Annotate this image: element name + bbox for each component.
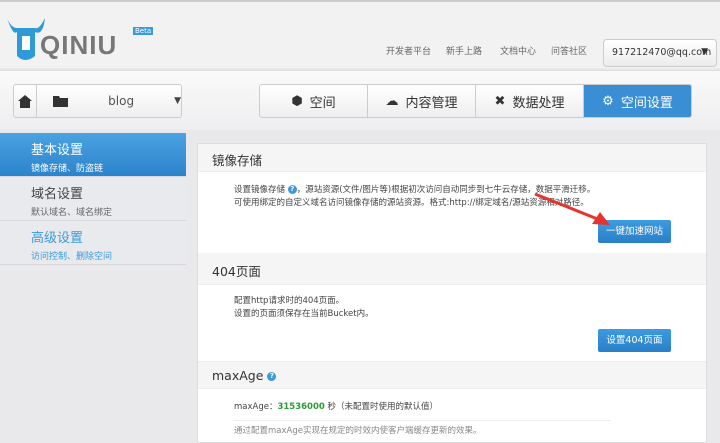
- help-icon[interactable]: ?: [287, 185, 297, 194]
- home-button[interactable]: [14, 85, 38, 117]
- maxage-unit: 秒（未配置时使用的默认值）: [327, 402, 439, 412]
- sidebar-item-sub: 访问控制、删除空间: [31, 252, 113, 262]
- beta-badge: Beta: [133, 27, 154, 35]
- top-header: QINIU Beta 开发者平台 新手上路 文档中心 问答社区 91721247…: [0, 0, 720, 68]
- section-title-mirror: 镜像存储: [198, 144, 706, 172]
- maxage-value: 31536000: [277, 402, 325, 412]
- nav-bar: blog ▼ ⬢ 空间 ☁ 内容管理 ✖ 数据处理 ⚙ 空间设置: [0, 70, 720, 130]
- cloud-upload-icon: ☁: [385, 93, 399, 109]
- tab-label: 数据处理: [512, 95, 565, 111]
- tab-label: 空间: [309, 95, 336, 111]
- account-email: 917212470@qq.com: [612, 47, 712, 58]
- bucket-name: blog: [108, 94, 135, 108]
- section-404: 配置http请求时的404页面。 设置的页面须保存在当前Bucket内。 设置4…: [198, 285, 706, 361]
- logo-bull-icon: [7, 18, 45, 60]
- caret-down-icon: ▼: [701, 47, 708, 57]
- section-maxage: maxAge：31536000 秒（未配置时使用的默认值） 通过配置maxAge…: [198, 389, 706, 438]
- sidebar-item-title: 域名设置: [31, 187, 84, 202]
- tab-label: 内容管理: [405, 95, 458, 111]
- tab-label: 空间设置: [620, 95, 673, 111]
- link-qa[interactable]: 问答社区: [551, 44, 587, 57]
- tab-space-settings[interactable]: ⚙ 空间设置: [584, 85, 691, 117]
- tab-content[interactable]: ☁ 内容管理: [368, 85, 476, 117]
- set-404-button[interactable]: 设置404页面: [598, 329, 671, 352]
- link-getting-started[interactable]: 新手上路: [446, 44, 482, 57]
- mirror-desc: 设置镜像存储: [234, 185, 286, 195]
- section-mirror: 设置镜像存储 ? ，源站资源(文件/图片等)根据初次访问自动同步到七牛云存储，数据…: [198, 172, 706, 253]
- tab-data-processing[interactable]: ✖ 数据处理: [476, 85, 584, 117]
- bucket-selector[interactable]: blog ▼: [13, 84, 182, 118]
- sidebar-item-sub: 镜像存储、防盗链: [31, 164, 104, 174]
- sidebar-item-basic[interactable]: 基本设置镜像存储、防盗链: [0, 133, 186, 177]
- home-icon: [18, 94, 33, 108]
- sidebar-item-domain[interactable]: 域名设置默认域名、域名绑定: [0, 177, 186, 221]
- maxage-note: 通过配置maxAge实现在规定的时效内使客户端缓存更新的效果。: [234, 426, 482, 436]
- folder-icon: [53, 96, 69, 107]
- maxage-title: maxAge: [212, 368, 264, 383]
- tab-space[interactable]: ⬢ 空间: [260, 85, 368, 117]
- tools-icon: ✖: [494, 93, 506, 109]
- sidebar-item-title: 高级设置: [31, 231, 84, 246]
- logo-text: QINIU: [40, 30, 118, 60]
- sidebar: 基本设置镜像存储、防盗链 域名设置默认域名、域名绑定 高级设置访问控制、删除空间: [0, 133, 186, 265]
- sidebar-item-title: 基本设置: [31, 143, 84, 158]
- page404-desc: 配置http请求时的404页面。: [234, 296, 345, 306]
- section-title-maxage: maxAge ?: [198, 361, 706, 389]
- page404-desc-2: 设置的页面须保存在当前Bucket内。: [234, 309, 374, 319]
- sidebar-item-sub: 默认域名、域名绑定: [31, 208, 113, 218]
- account-dropdown[interactable]: 917212470@qq.com ▼: [603, 39, 717, 67]
- link-docs[interactable]: 文档中心: [500, 44, 536, 57]
- settings-panel: 镜像存储 设置镜像存储 ? ，源站资源(文件/图片等)根据初次访问自动同步到七牛云…: [197, 143, 707, 443]
- maxage-label: maxAge：: [234, 402, 278, 412]
- divider: [234, 420, 611, 421]
- caret-down-icon: ▼: [174, 96, 181, 106]
- box-icon: ⬢: [291, 93, 303, 109]
- gear-icon: ⚙: [602, 93, 614, 109]
- mirror-desc-2: 可使用绑定的自定义域名访问镜像存储的源站资源。格式:http://绑定域名/源站…: [234, 198, 589, 208]
- section-title-404: 404页面: [198, 253, 706, 285]
- tab-bar: ⬢ 空间 ☁ 内容管理 ✖ 数据处理 ⚙ 空间设置: [259, 84, 692, 118]
- help-icon[interactable]: ?: [267, 372, 277, 381]
- link-developer[interactable]: 开发者平台: [386, 44, 431, 57]
- sidebar-item-advanced[interactable]: 高级设置访问控制、删除空间: [0, 221, 186, 265]
- red-arrow-annotation: [534, 192, 610, 225]
